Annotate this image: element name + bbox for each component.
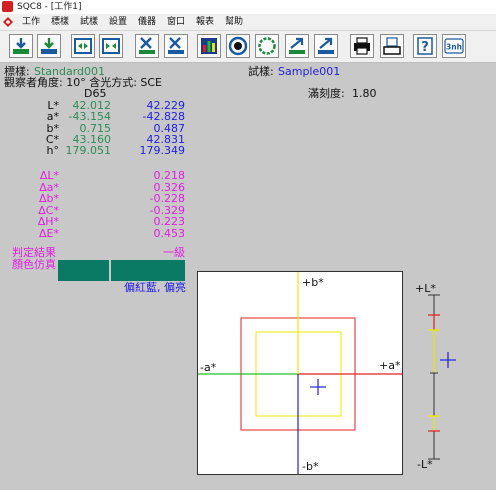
- print-icon: [354, 37, 370, 55]
- help-icon: ?: [417, 37, 433, 55]
- circle-button[interactable]: [255, 34, 279, 58]
- download-alt-button[interactable]: [37, 34, 61, 58]
- sample-color-swatch: [111, 260, 185, 281]
- sample-name: Sample001: [278, 65, 341, 78]
- tolerance-label: 滿刻度:: [308, 87, 345, 100]
- export-alt-button[interactable]: [314, 34, 338, 58]
- lightness-scale: +L* -L*: [405, 271, 465, 478]
- export-alt-icon: [318, 37, 334, 54]
- measurement-standard: 179.051: [65, 144, 112, 158]
- observer-info: 觀察者角度: 10° 含光方式: SCE: [4, 76, 163, 89]
- 3nh-button[interactable]: 3nh: [442, 34, 466, 58]
- download-button[interactable]: [9, 34, 33, 58]
- toolbar: ? 3nh: [0, 31, 496, 63]
- lightness-scale-canvas: [428, 294, 456, 460]
- title-bar: SQC8 - [工作1]: [0, 0, 496, 14]
- menu-sample[interactable]: 試樣: [80, 14, 98, 30]
- chart-button[interactable]: [197, 34, 221, 58]
- color-description: 偏紅藍, 偏亮: [124, 281, 186, 294]
- help-button[interactable]: ?: [413, 34, 437, 58]
- compare-alt-icon: [102, 38, 120, 54]
- menu-bar: 工作 標樣 試樣 設置 儀器 窗口 報表 幫助: [0, 14, 496, 31]
- chart-icon: [201, 38, 217, 54]
- plus-a-label: +a*: [379, 359, 401, 372]
- menu-report[interactable]: 報表: [196, 14, 214, 30]
- ab-plot-canvas: [198, 272, 402, 474]
- ab-plot: +b* -b* -a* +a*: [197, 271, 403, 475]
- tolerance-value: 1.80: [352, 87, 377, 100]
- export-button[interactable]: [285, 34, 309, 58]
- svg-text:3nh: 3nh: [446, 43, 462, 52]
- target-button[interactable]: [226, 34, 250, 58]
- delete-alt-button[interactable]: [164, 34, 188, 58]
- compare-alt-button[interactable]: [99, 34, 123, 58]
- minus-b-label: -b*: [302, 460, 319, 473]
- delete-alt-icon: [168, 37, 184, 54]
- svg-text:?: ?: [421, 40, 429, 55]
- menu-window[interactable]: 窗口: [167, 14, 185, 30]
- minus-a-label: -a*: [200, 361, 217, 374]
- measurement-sample: 179.349: [139, 144, 186, 158]
- window-title: SQC8 - [工作1]: [17, 2, 82, 12]
- 3nh-logo-icon: 3nh: [444, 38, 464, 54]
- print-button[interactable]: [350, 34, 374, 58]
- export-icon: [289, 37, 305, 54]
- download-alt-icon: [41, 38, 57, 54]
- print-preview-icon: [383, 37, 401, 55]
- delta-value: 0.453: [153, 227, 186, 240]
- menu-help[interactable]: 幫助: [225, 14, 243, 30]
- menu-work[interactable]: 工作: [22, 14, 40, 30]
- print-preview-button[interactable]: [380, 34, 404, 58]
- plus-l-label: +L*: [415, 282, 436, 295]
- menu-standard[interactable]: 標樣: [51, 14, 69, 30]
- menu-instrument[interactable]: 儀器: [138, 14, 156, 30]
- circle-icon: [258, 37, 276, 55]
- delta-label: ΔE*: [39, 227, 59, 240]
- delete-button[interactable]: [135, 34, 159, 58]
- download-icon: [13, 38, 29, 54]
- judgement-value: 一級: [163, 246, 185, 259]
- results-panel: 標樣: Standard001 試樣: Sample001 觀察者角度: 10°…: [0, 63, 496, 490]
- menu-settings[interactable]: 設置: [109, 14, 127, 30]
- compare-button[interactable]: [71, 34, 95, 58]
- app-menu-icon[interactable]: [2, 16, 14, 28]
- compare-icon: [74, 38, 92, 54]
- standard-color-swatch: [58, 260, 109, 281]
- measurement-label: h°: [46, 144, 59, 158]
- minus-l-label: -L*: [417, 458, 433, 471]
- plus-b-label: +b*: [302, 276, 324, 289]
- sample-label: 試樣:: [248, 65, 274, 78]
- delete-icon: [139, 37, 155, 54]
- target-icon: [228, 36, 248, 56]
- color-simulation-label: 顏色仿真: [12, 258, 56, 271]
- app-logo-icon: [2, 1, 13, 12]
